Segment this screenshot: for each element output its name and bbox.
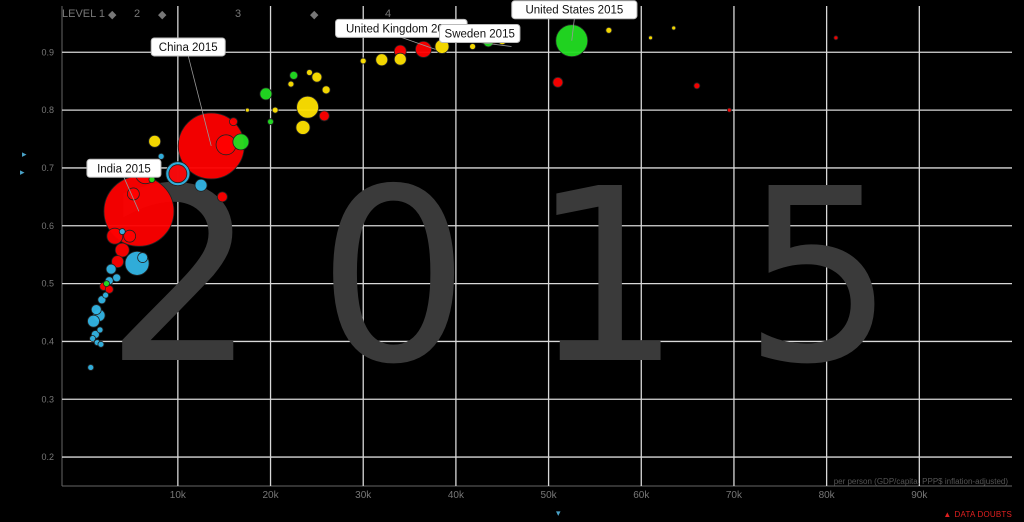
bubble (415, 40, 432, 58)
bubble (306, 69, 313, 76)
bubble (194, 178, 208, 192)
bubble (605, 26, 613, 34)
bubble (216, 191, 228, 203)
bubble (90, 304, 102, 316)
level-1-label[interactable]: LEVEL 1 (62, 8, 105, 20)
x-tick-label: 80k (819, 490, 836, 501)
x-tick-label: 50k (541, 490, 558, 501)
x-tick-label: 20k (262, 490, 279, 501)
y-axis-ticks: 0.2 0.3 0.4 0.5 0.6 0.7 0.8 0.9 (41, 47, 54, 462)
y-axis-menu-icon[interactable]: ▸ (20, 167, 25, 178)
y-tick-label: 0.5 (41, 279, 54, 289)
level-selector[interactable]: LEVEL 1 ◆ 2 ◆ 3 ◆ 4 (60, 8, 420, 28)
y-tick-label: 0.4 (41, 336, 54, 346)
bubble (244, 107, 250, 113)
year-watermark: 2015 (105, 137, 956, 417)
bubble (295, 120, 311, 135)
bubble (318, 110, 330, 122)
bubble (552, 76, 564, 88)
level-2-label[interactable]: 2 (134, 8, 140, 20)
x-tick-label: 40k (448, 490, 465, 501)
x-tick-label: 90k (911, 490, 928, 501)
x-axis-menu-icon[interactable]: ▾ (556, 508, 561, 519)
bubble (114, 242, 130, 258)
annotation-label: India 2015 (97, 163, 151, 175)
bubble (103, 280, 110, 287)
bubble (87, 364, 95, 371)
bubble (296, 95, 320, 119)
diamond-icon: ◆ (158, 9, 167, 21)
bubble (137, 252, 149, 263)
x-axis-ticks: 10k 20k 30k 40k 50k 60k 70k 80k 90k (170, 490, 929, 501)
bubble (267, 118, 274, 126)
warning-triangle-icon: ▲ (943, 510, 952, 519)
annotation-label: Sweden 2015 (445, 28, 515, 40)
bubble (375, 53, 389, 67)
bubble (112, 273, 122, 283)
bubble (259, 87, 273, 101)
x-tick-label: 70k (726, 490, 743, 501)
bubble (271, 106, 279, 114)
level-4-label[interactable]: 4 (385, 8, 391, 20)
bubble (118, 228, 126, 235)
y-axis-selector-icon[interactable]: ▸ (22, 149, 27, 160)
bubble (648, 35, 653, 41)
bubble (693, 82, 701, 90)
bubble (105, 263, 117, 275)
bubble (726, 107, 732, 113)
data-doubts-label: DATA DOUBTS (954, 510, 1012, 519)
annotation-label: China 2015 (159, 42, 218, 54)
y-tick-label: 0.3 (41, 394, 54, 404)
bubble (148, 134, 162, 148)
bubble (359, 57, 367, 65)
bubble (289, 70, 299, 80)
bubble (287, 80, 295, 88)
x-axis-label: per person (GDP/capita, PPP$ inflation-a… (834, 477, 1009, 486)
bubble (102, 291, 109, 299)
annotation-label: United States 2015 (525, 5, 623, 17)
bubble (393, 52, 407, 66)
y-tick-label: 0.8 (41, 105, 54, 115)
bubble (671, 25, 677, 31)
bubble (311, 71, 323, 83)
bubble (168, 164, 188, 184)
bubble (157, 152, 165, 160)
bubble (96, 326, 104, 334)
x-tick-label: 30k (355, 490, 372, 501)
bubble (469, 43, 476, 50)
level-3-label[interactable]: 3 (235, 8, 241, 20)
bubble (833, 35, 839, 41)
y-tick-label: 0.7 (41, 163, 54, 173)
diamond-icon: ◆ (310, 9, 319, 21)
bubble-chart: 2015 10k 20k 30k 40k 50k 60k 70k 80k 90k 0.20.30… (41, 0, 1012, 501)
bubble (229, 117, 238, 127)
bubble (97, 340, 105, 348)
y-tick-label: 0.9 (41, 47, 54, 57)
x-tick-label: 10k (170, 490, 187, 501)
diamond-icon: ◆ (108, 9, 117, 21)
bubble (321, 85, 331, 95)
data-doubts-link[interactable]: ▲ DATA DOUBTS (943, 510, 1012, 519)
y-tick-label: 0.6 (41, 221, 54, 231)
bubble (87, 314, 100, 328)
x-tick-label: 60k (633, 490, 650, 501)
bubble (232, 133, 250, 151)
y-tick-label: 0.2 (41, 452, 54, 462)
